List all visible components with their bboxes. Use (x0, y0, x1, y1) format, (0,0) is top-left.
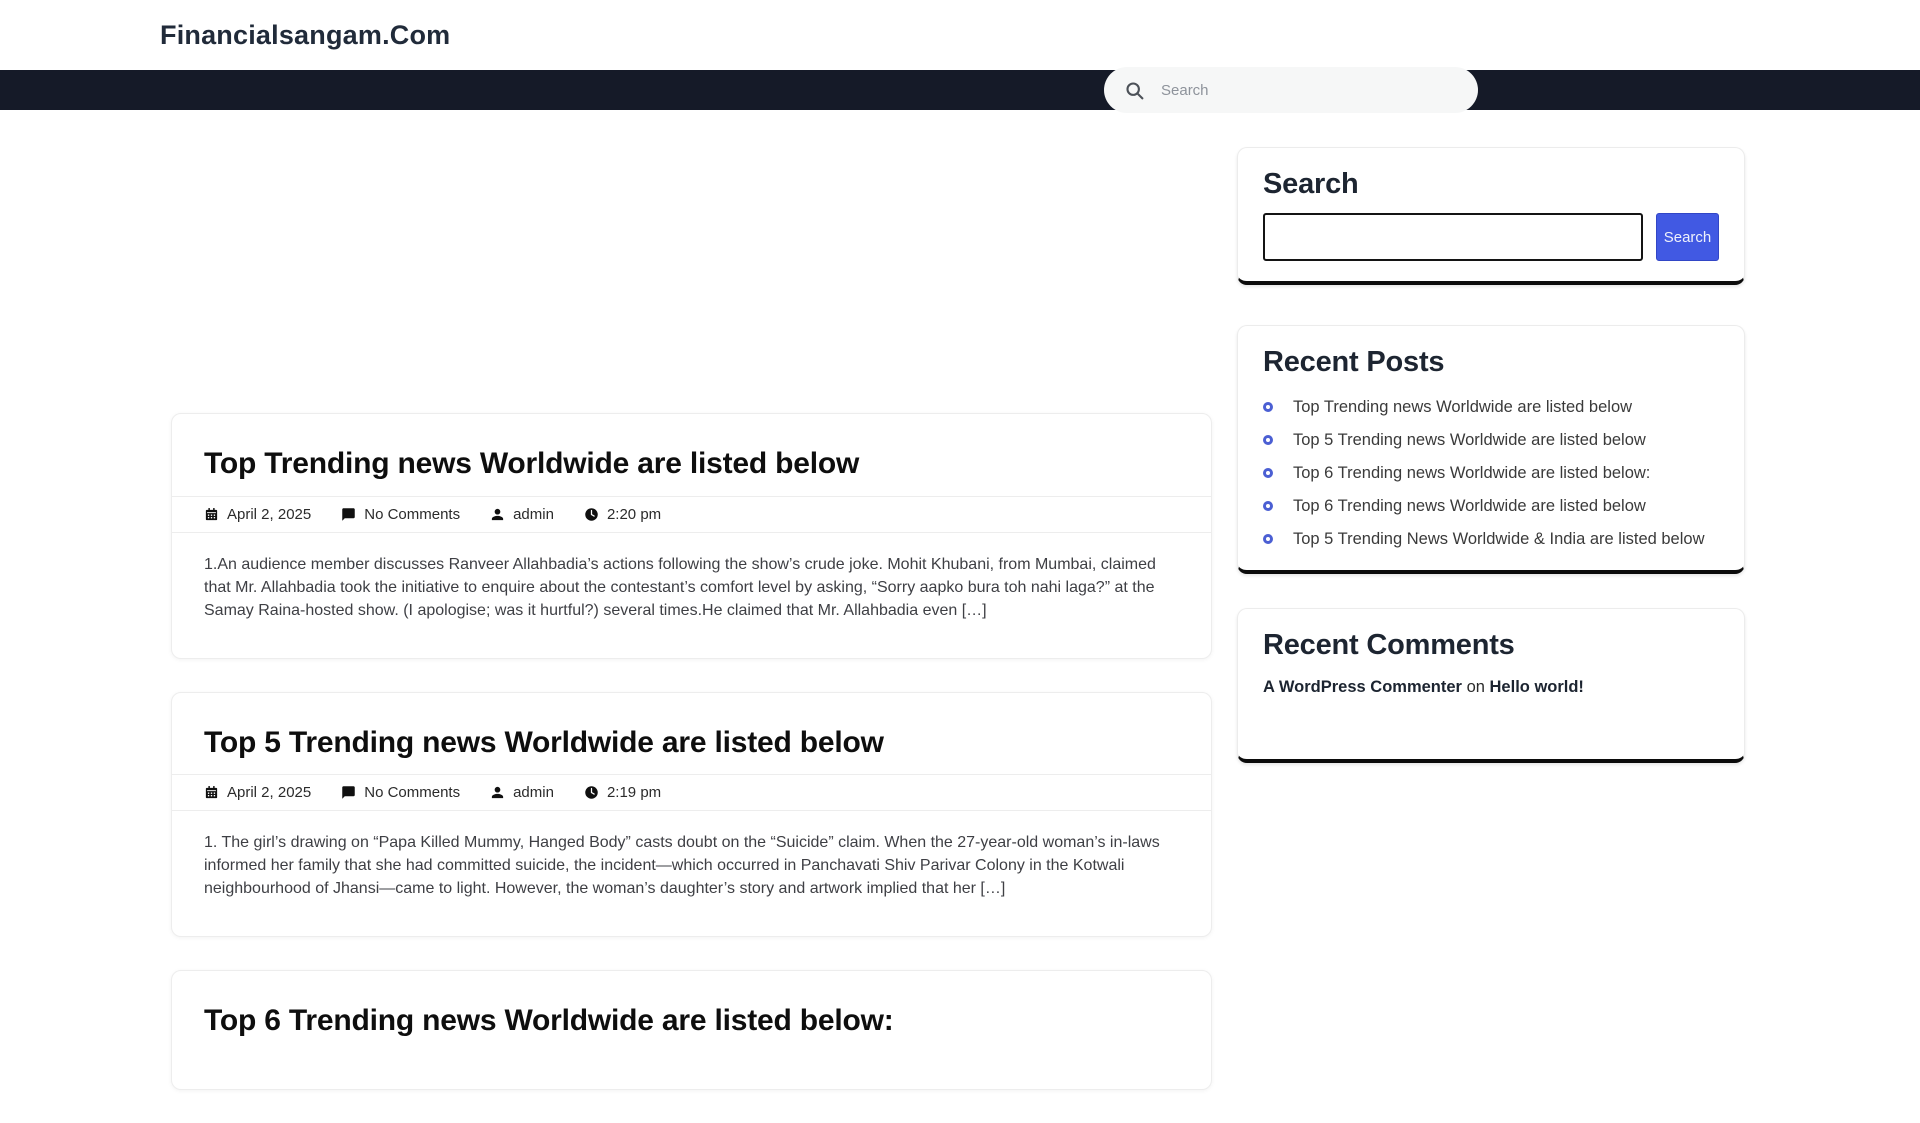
site-header: Financialsangam.Com (0, 0, 1920, 70)
comment-post-link[interactable]: Hello world! (1490, 678, 1584, 696)
post-card: Top 5 Trending news Worldwide are listed… (171, 692, 1212, 938)
recent-posts-list: Top Trending news Worldwide are listed b… (1263, 397, 1719, 550)
comment-author-link[interactable]: A WordPress Commenter (1263, 678, 1462, 696)
post-time: 2:20 pm (584, 506, 661, 523)
post-date: April 2, 2025 (204, 784, 311, 801)
clock-icon (584, 785, 599, 800)
calendar-icon (204, 785, 219, 800)
nav-search-input[interactable] (1159, 81, 1458, 100)
post-title[interactable]: Top Trending news Worldwide are listed b… (204, 448, 1179, 480)
author-icon (490, 785, 505, 800)
post-time-label: 2:19 pm (607, 784, 661, 801)
post-comments: No Comments (341, 506, 460, 523)
post-meta: April 2, 2025 No Comments admin (172, 774, 1211, 811)
post-date-label: April 2, 2025 (227, 506, 311, 523)
post-excerpt: 1.An audience member discusses Ranveer A… (204, 553, 1179, 622)
post-time-label: 2:20 pm (607, 506, 661, 523)
post-date-label: April 2, 2025 (227, 784, 311, 801)
list-item: Top 5 Trending News Worldwide & India ar… (1263, 529, 1719, 550)
post-title[interactable]: Top 5 Trending news Worldwide are listed… (204, 727, 1179, 759)
post-card: Top Trending news Worldwide are listed b… (171, 413, 1212, 659)
sidebar-search-button[interactable]: Search (1656, 213, 1719, 261)
bullet-icon (1263, 435, 1273, 445)
site-title[interactable]: Financialsangam.Com (160, 20, 450, 51)
post-title[interactable]: Top 6 Trending news Worldwide are listed… (204, 1005, 1179, 1037)
posts-column: Top Trending news Worldwide are listed b… (171, 413, 1212, 1123)
sidebar: Search Search Recent Posts Top Trending … (1237, 147, 1745, 803)
post-comments-link[interactable]: No Comments (364, 784, 460, 801)
comments-icon (341, 785, 356, 800)
list-item: Top 5 Trending news Worldwide are listed… (1263, 430, 1719, 451)
bullet-icon (1263, 468, 1273, 478)
post-author-link[interactable]: admin (513, 506, 554, 523)
post-comments: No Comments (341, 784, 460, 801)
comments-icon (341, 507, 356, 522)
recent-comments-heading: Recent Comments (1263, 629, 1719, 662)
search-widget: Search Search (1237, 147, 1745, 285)
list-item: Top 6 Trending news Worldwide are listed… (1263, 496, 1719, 517)
main-nav (0, 70, 1920, 110)
comment-connector: on (1467, 678, 1485, 696)
post-time: 2:19 pm (584, 784, 661, 801)
recent-comments-widget: Recent Comments A WordPress Commenter on… (1237, 608, 1745, 763)
post-author: admin (490, 506, 554, 523)
list-item: Top Trending news Worldwide are listed b… (1263, 397, 1719, 418)
recent-posts-widget: Recent Posts Top Trending news Worldwide… (1237, 325, 1745, 574)
recent-post-link[interactable]: Top 5 Trending News Worldwide & India ar… (1293, 530, 1705, 548)
post-author: admin (490, 784, 554, 801)
search-row: Search (1263, 213, 1719, 261)
recent-posts-heading: Recent Posts (1263, 346, 1719, 379)
recent-post-link[interactable]: Top 5 Trending news Worldwide are listed… (1293, 431, 1646, 449)
page-content: Top Trending news Worldwide are listed b… (0, 110, 1920, 1123)
author-icon (490, 507, 505, 522)
clock-icon (584, 507, 599, 522)
nav-search[interactable] (1104, 67, 1478, 113)
post-meta: April 2, 2025 No Comments admin (172, 496, 1211, 533)
post-comments-link[interactable]: No Comments (364, 506, 460, 523)
bullet-icon (1263, 501, 1273, 511)
recent-post-link[interactable]: Top 6 Trending news Worldwide are listed… (1293, 464, 1650, 482)
sidebar-search-input[interactable] (1263, 213, 1643, 261)
recent-post-link[interactable]: Top Trending news Worldwide are listed b… (1293, 398, 1632, 416)
post-excerpt: 1. The girl’s drawing on “Papa Killed Mu… (204, 831, 1179, 900)
bullet-icon (1263, 534, 1273, 544)
list-item: Top 6 Trending news Worldwide are listed… (1263, 463, 1719, 484)
calendar-icon (204, 507, 219, 522)
recent-post-link[interactable]: Top 6 Trending news Worldwide are listed… (1293, 497, 1646, 515)
post-date: April 2, 2025 (204, 506, 311, 523)
post-author-link[interactable]: admin (513, 784, 554, 801)
search-widget-heading: Search (1263, 168, 1719, 201)
recent-comment: A WordPress Commenter on Hello world! (1263, 678, 1719, 697)
post-card: Top 6 Trending news Worldwide are listed… (171, 970, 1212, 1090)
search-icon (1124, 80, 1145, 101)
bullet-icon (1263, 402, 1273, 412)
